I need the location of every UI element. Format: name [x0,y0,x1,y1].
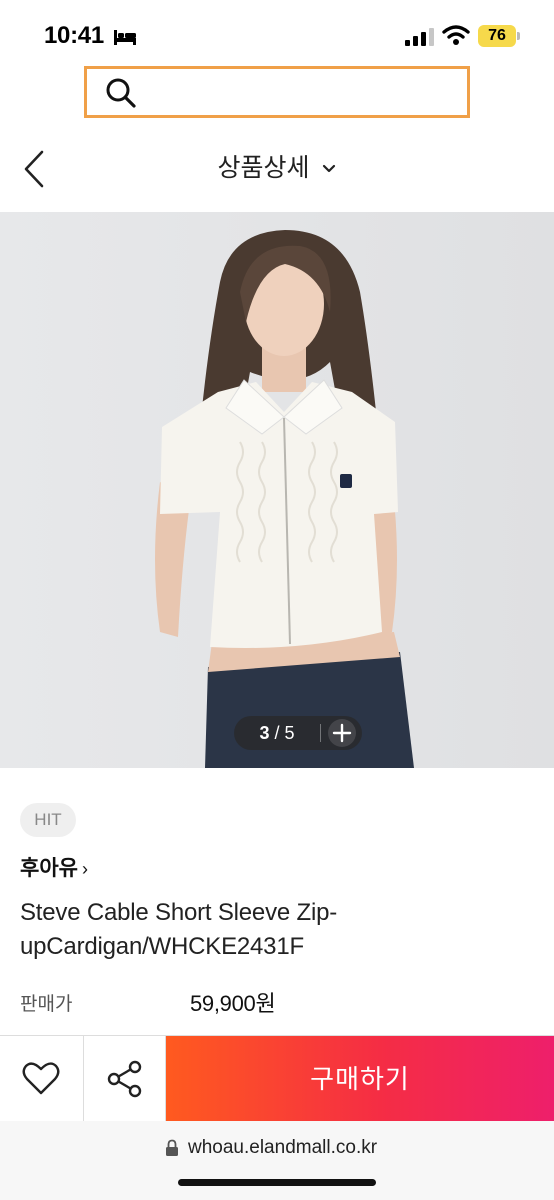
page-title-label: 상품상세 [217,154,310,182]
battery-icon: 76 [478,25,516,47]
buy-button[interactable]: 구매하기 [166,1036,554,1122]
share-button[interactable] [84,1036,166,1122]
wishlist-button[interactable] [0,1036,84,1122]
brand-name: 후아유 [20,857,78,880]
url-text[interactable]: whoau.elandmall.co.kr [188,1137,377,1159]
counter-text: 3 / 5 [234,716,320,750]
battery-tip [517,32,520,40]
hit-badge: HIT [20,803,76,837]
search-input[interactable] [84,66,470,118]
browser-url-bar[interactable]: whoau.elandmall.co.kr [0,1121,554,1200]
counter-current: 3 [259,723,270,743]
product-image[interactable]: 3 / 5 [0,212,554,768]
search-icon[interactable] [105,77,137,109]
chevron-right-icon: › [81,859,88,879]
brand-link[interactable]: 후아유 › [20,852,88,882]
page-title[interactable]: 상품상세 [0,148,554,184]
action-bar: 구매하기 [0,1035,554,1122]
status-bar: 10:41 76 [0,0,554,68]
plus-icon [332,723,352,743]
status-time: 10:41 [44,22,104,49]
back-button[interactable] [18,148,52,190]
product-photo [0,212,554,768]
home-indicator [178,1179,376,1186]
zoom-button[interactable] [328,719,356,747]
price-label: 판매가 [20,994,73,1015]
share-icon [107,1060,142,1098]
price-value: 59,900원 [190,991,276,1016]
heart-icon [22,1062,60,1095]
nav-header: 상품상세 [0,130,554,208]
bed-icon [114,30,136,45]
product-name: Steve Cable Short Sleeve Zip-upCardigan/… [20,899,338,960]
chevron-down-icon [323,165,336,173]
signal-icon [405,28,434,46]
counter-divider [320,724,321,742]
image-counter: 3 / 5 [234,716,362,750]
lock-icon [166,1139,178,1156]
counter-separator: / [274,723,280,743]
counter-total: 5 [284,723,295,743]
wifi-icon [442,25,470,45]
